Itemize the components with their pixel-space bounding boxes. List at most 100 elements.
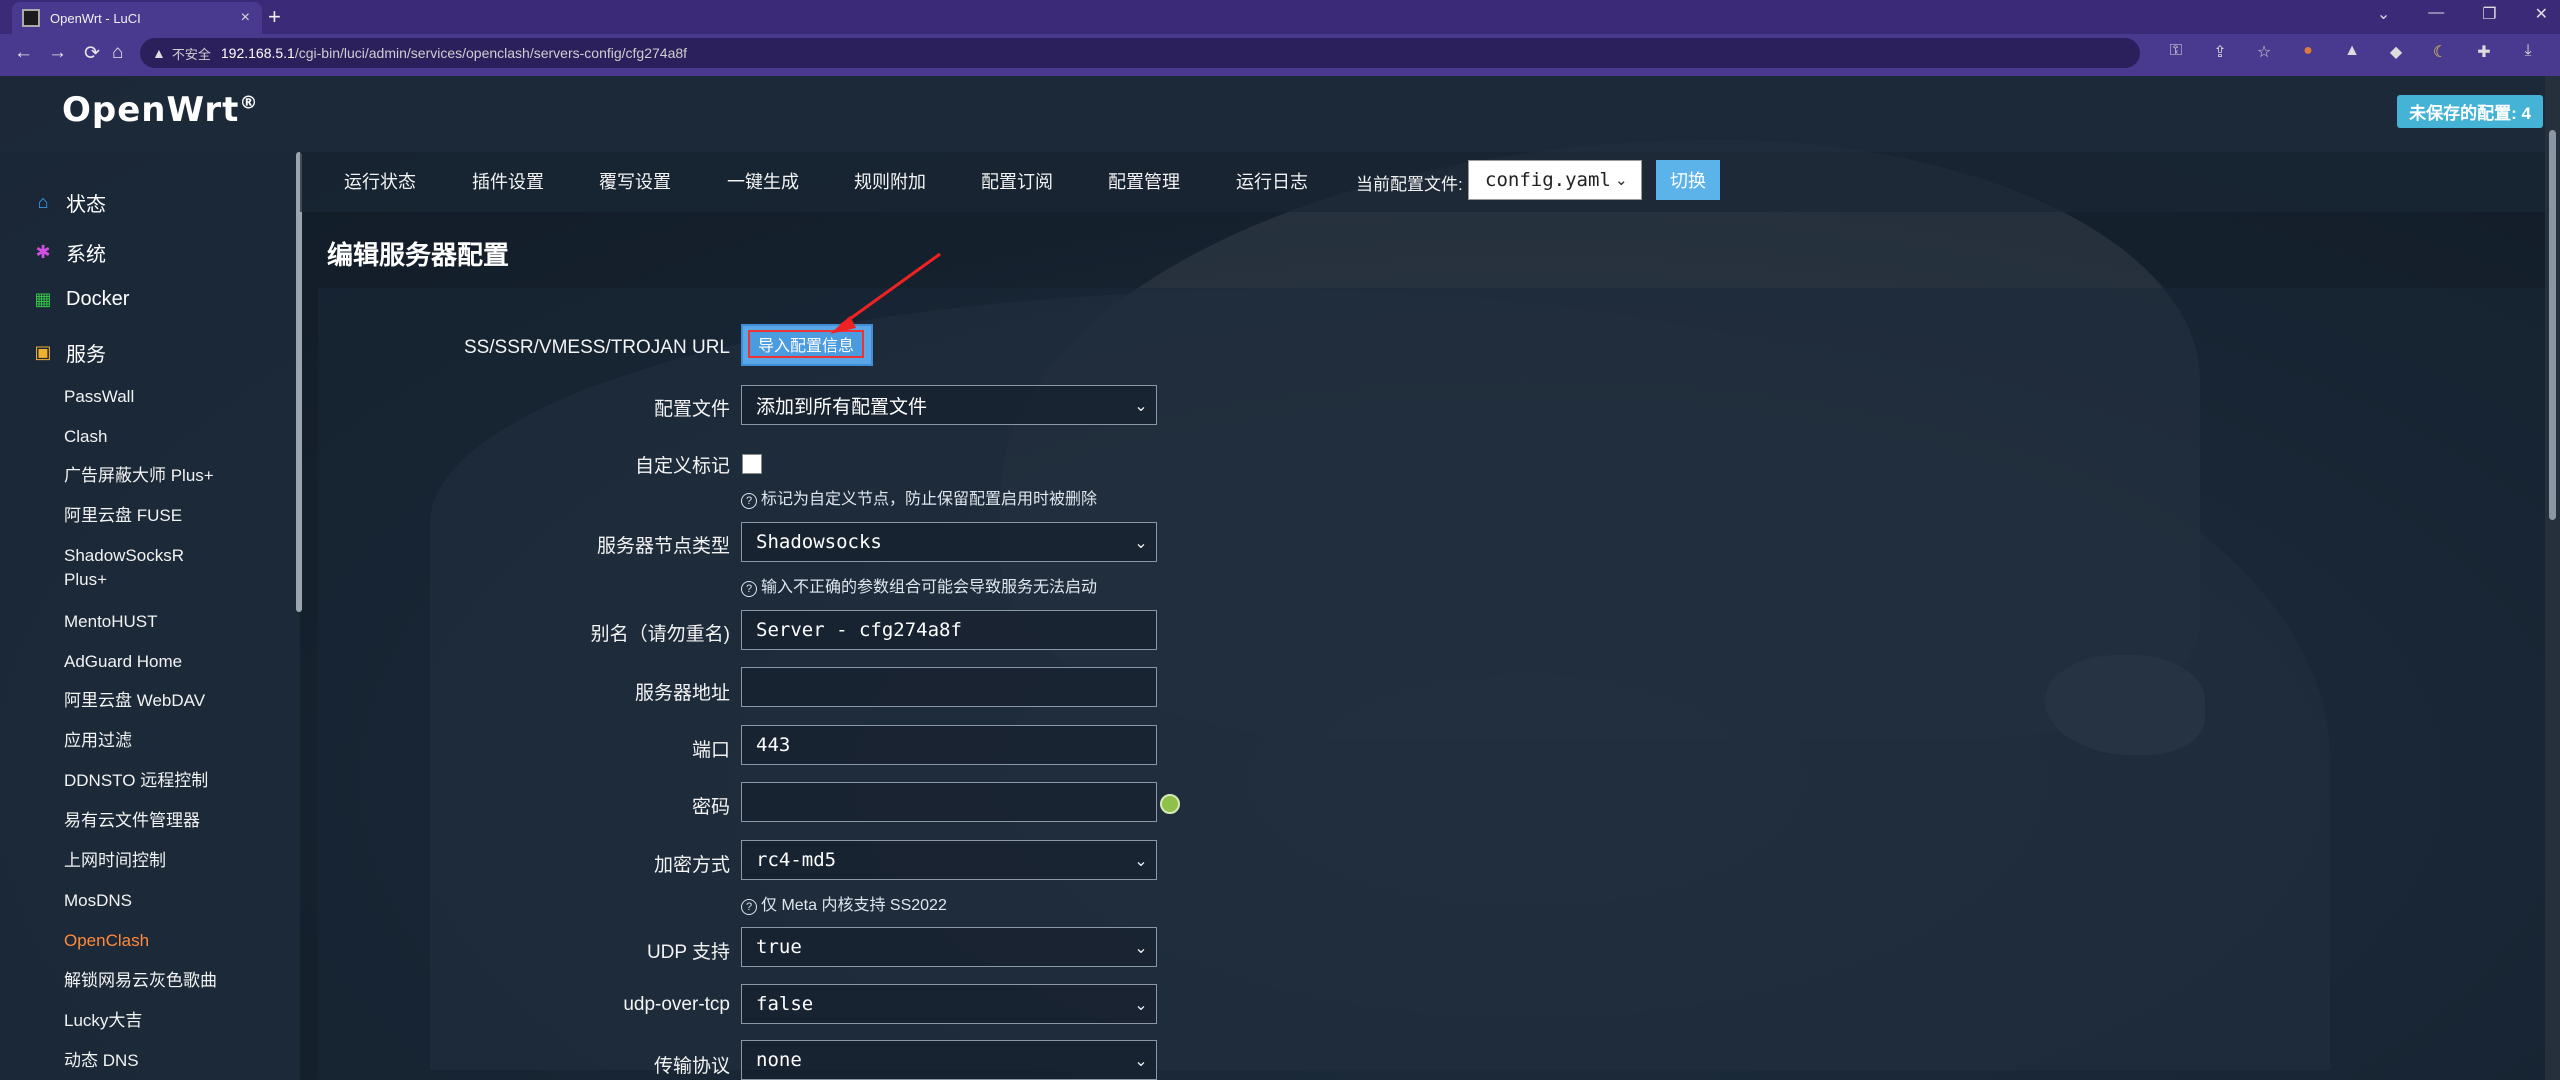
udp-select[interactable]: true ⌄ <box>741 927 1157 967</box>
chevron-down-icon: ⌄ <box>1134 937 1148 957</box>
port-input[interactable]: 443 <box>741 725 1157 765</box>
header-bar <box>0 76 2545 152</box>
new-tab-button[interactable]: + <box>268 4 281 30</box>
page-title: 编辑服务器配置 <box>327 240 510 270</box>
tab-plugin-settings[interactable]: 插件设置 <box>472 168 544 194</box>
custom-tag-checkbox[interactable] <box>742 454 762 474</box>
cipher-select[interactable]: rc4-md5 ⌄ <box>741 840 1157 880</box>
sidebar-item-openclash[interactable]: OpenClash <box>64 929 149 953</box>
puzzle-icon[interactable]: ✚ <box>2473 42 2495 62</box>
sidebar-item-ddnsto[interactable]: DDNSTO 远程控制 <box>64 769 208 793</box>
sidebar-item-ddns[interactable]: 动态 DNS <box>64 1049 139 1073</box>
sidebar-item-docker[interactable]: ▦ Docker <box>32 288 129 311</box>
sidebar-item-label: 服务 <box>66 344 106 366</box>
server-address-input[interactable] <box>741 667 1157 707</box>
extension-2-icon[interactable]: ▲ <box>2341 42 2363 62</box>
close-window-icon[interactable]: ✕ <box>2535 4 2548 24</box>
star-icon[interactable]: ☆ <box>2253 42 2275 62</box>
sidebar-item-system[interactable]: ✱ 系统 <box>32 238 106 267</box>
grid-icon: ▦ <box>34 289 52 309</box>
tab-config-subscribe[interactable]: 配置订阅 <box>981 168 1053 194</box>
download-icon[interactable]: ⤓ <box>2517 42 2539 62</box>
sidebar-item-mentohust[interactable]: MentoHUST <box>64 610 158 634</box>
sidebar-item-lucky[interactable]: Lucky大吉 <box>64 1009 142 1033</box>
switch-config-button[interactable]: 切换 <box>1656 160 1720 200</box>
brand-logo[interactable]: OpenWrt® <box>62 90 258 130</box>
node-type-select[interactable]: Shadowsocks ⌄ <box>741 522 1157 562</box>
password-label: 密码 <box>691 797 730 818</box>
restore-icon[interactable]: ❐ <box>2482 4 2496 24</box>
chevron-down-icon: ⌄ <box>1134 1050 1148 1070</box>
reload-icon[interactable]: ⟳ <box>84 42 100 65</box>
cipher-label: 加密方式 <box>653 855 730 876</box>
config-file-value: 添加到所有配置文件 <box>756 395 928 418</box>
tab-rule-append[interactable]: 规则附加 <box>854 168 926 194</box>
help-icon: ? <box>741 899 757 915</box>
extension-3-icon[interactable]: ◆ <box>2385 42 2407 62</box>
browser-tab[interactable]: OpenWrt - LuCI × <box>12 2 262 34</box>
warning-icon: ▲ <box>152 45 166 61</box>
alias-value: Server - cfg274a8f <box>756 619 962 641</box>
moon-icon[interactable]: ☾ <box>2429 42 2451 62</box>
udp-value: true <box>756 936 802 958</box>
tab-override-settings[interactable]: 覆写设置 <box>599 168 671 194</box>
sidebar-scrollbar[interactable] <box>296 152 302 612</box>
unsaved-changes-badge[interactable]: 未保存的配置: 4 <box>2397 95 2543 128</box>
minimize-icon[interactable]: — <box>2428 4 2444 24</box>
sidebar-item-mosdns[interactable]: MosDNS <box>64 889 132 913</box>
cipher-value: rc4-md5 <box>756 849 837 871</box>
insecure-label: 不安全 <box>171 46 211 62</box>
sidebar-item-services[interactable]: ▣ 服务 <box>32 338 106 367</box>
alias-input[interactable]: Server - cfg274a8f <box>741 610 1157 650</box>
sidebar-item-clash[interactable]: Clash <box>64 425 107 449</box>
sidebar-item-label: 状态 <box>66 194 106 216</box>
custom-tag-label: 自定义标记 <box>634 456 730 477</box>
extension-1-icon[interactable]: ● <box>2297 42 2319 62</box>
page-scrollbar-thumb[interactable] <box>2549 130 2556 520</box>
config-file-select[interactable]: 添加到所有配置文件 ⌄ <box>741 385 1157 425</box>
sidebar-item-unblock-netease[interactable]: 解锁网易云灰色歌曲 <box>64 969 217 993</box>
forward-icon[interactable]: → <box>48 42 67 64</box>
port-label: 端口 <box>691 740 730 761</box>
home-icon: ⌂ <box>37 192 49 212</box>
sidebar-item-passwall[interactable]: PassWall <box>64 385 134 409</box>
sidebar-item-label: 系统 <box>66 244 106 266</box>
transport-select[interactable]: none ⌄ <box>741 1040 1157 1080</box>
tab-search-icon[interactable]: ⌄ <box>2377 4 2390 24</box>
password-input[interactable] <box>741 782 1157 822</box>
sidebar-item-status[interactable]: ⌂ 状态 <box>32 188 106 217</box>
port-value: 443 <box>756 734 791 756</box>
reveal-password-icon[interactable] <box>1160 794 1180 814</box>
back-icon[interactable]: ← <box>14 42 33 64</box>
help-icon: ? <box>741 493 757 509</box>
custom-tag-help: ? 标记为自定义节点，防止保留配置启用时被删除 <box>741 485 1097 509</box>
help-text: 输入不正确的参数组合可能会导致服务无法启动 <box>761 579 1098 596</box>
sidebar-item-aliyundrive-fuse[interactable]: 阿里云盘 FUSE <box>64 504 182 528</box>
tab-close-icon[interactable]: × <box>241 9 250 27</box>
current-config-select[interactable]: config.yaml ⌄ <box>1468 160 1642 200</box>
chevron-down-icon: ⌄ <box>1134 395 1148 415</box>
sidebar-item-time-control[interactable]: 上网时间控制 <box>64 849 166 873</box>
sidebar-item-app-filter[interactable]: 应用过滤 <box>64 729 132 753</box>
address-bar[interactable]: ▲ 不安全 192.168.5.1/cgi-bin/luci/admin/ser… <box>140 38 2140 68</box>
sidebar-item-shadowsocksr-plus[interactable]: Plus+ <box>64 568 107 592</box>
home-page-icon[interactable]: ⌂ <box>112 42 123 64</box>
tab-status[interactable]: 运行状态 <box>344 168 416 194</box>
services-icon: ▣ <box>34 342 52 362</box>
share-icon[interactable]: ⇪ <box>2209 42 2231 62</box>
chevron-down-icon: ⌄ <box>1134 994 1148 1014</box>
sidebar-item-shadowsocksr[interactable]: ShadowSocksR <box>64 544 184 568</box>
tab-one-click-generate[interactable]: 一键生成 <box>727 168 799 194</box>
sidebar-item-adbyby[interactable]: 广告屏蔽大师 Plus+ <box>64 464 214 488</box>
help-text: 仅 Meta 内核支持 SS2022 <box>761 897 947 914</box>
help-text: 标记为自定义节点，防止保留配置启用时被删除 <box>761 491 1098 508</box>
sidebar-item-linkease-file[interactable]: 易有云文件管理器 <box>64 809 200 833</box>
tab-title: OpenWrt - LuCI <box>50 10 141 26</box>
tab-run-log[interactable]: 运行日志 <box>1236 168 1308 194</box>
key-icon[interactable]: ⚿ <box>2165 42 2187 62</box>
tab-config-manage[interactable]: 配置管理 <box>1108 168 1180 194</box>
openwrt-favicon-icon <box>22 9 40 27</box>
udp-over-tcp-select[interactable]: false ⌄ <box>741 984 1157 1024</box>
sidebar-item-adguard-home[interactable]: AdGuard Home <box>64 650 182 674</box>
sidebar-item-aliyundrive-webdav[interactable]: 阿里云盘 WebDAV <box>64 689 205 713</box>
